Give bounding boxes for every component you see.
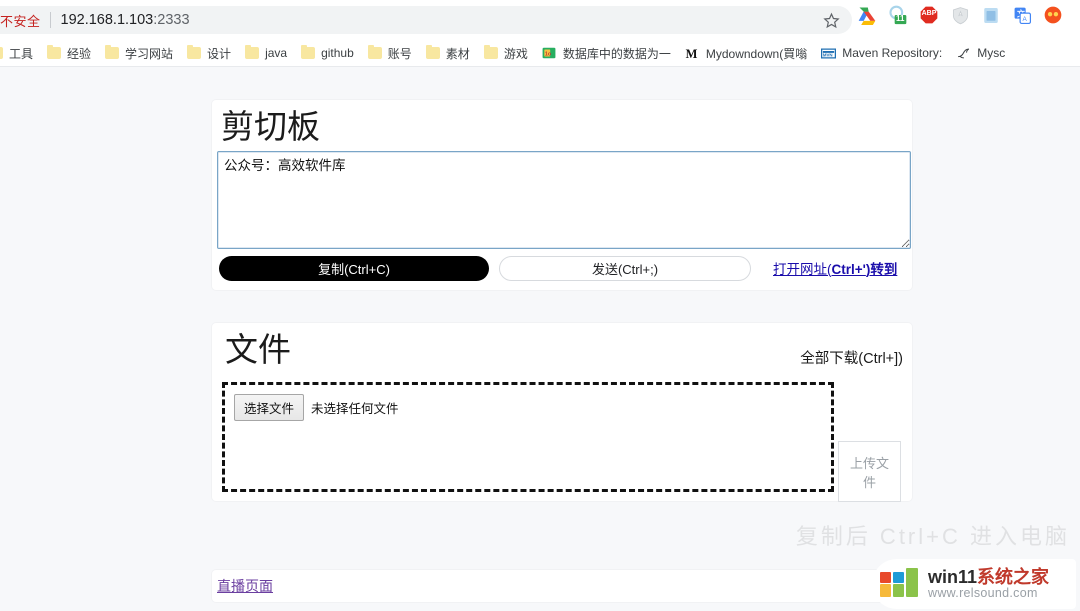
open-url-link[interactable]: 打开网址(Ctrl+')转到 [773, 258, 897, 278]
bookmark-label: 数据库中的数据为一 [562, 46, 671, 61]
clipboard-card: 剪切板 复制(Ctrl+C) 发送(Ctrl+;) 打开网址(Ctrl+')转到 [212, 100, 912, 290]
calendar-extension-icon[interactable]: 11 [887, 4, 909, 26]
folder-icon [301, 45, 316, 59]
bookmark-label: 学习网站 [125, 46, 174, 61]
bookmark-item[interactable]: M Mydowndown(買嗡 [678, 42, 814, 65]
no-file-selected-text: 未选择任何文件 [311, 401, 399, 416]
bookmark-item[interactable]: 账号 [361, 42, 419, 65]
url-text: 192.168.1.103:2333 [61, 12, 190, 28]
orange-extension-icon[interactable] [1042, 4, 1064, 26]
bookmark-star-icon[interactable] [820, 9, 842, 31]
send-button[interactable]: 发送(Ctrl+;) [499, 255, 751, 281]
omnibox-divider [49, 12, 51, 28]
page-viewport: 剪切板 复制(Ctrl+C) 发送(Ctrl+;) 打开网址(Ctrl+')转到… [0, 67, 1080, 611]
file-input-row: 选择文件 未选择任何文件 [234, 393, 822, 421]
url-port: :2333 [153, 12, 190, 28]
browser-chrome: 不安全 192.168.1.103:2333 11 ABP A 工具 经验 学习… [0, 0, 1080, 67]
bookmark-item[interactable]: 经验 [40, 42, 98, 65]
bookmark-label: 经验 [67, 46, 92, 61]
bookmark-label: 账号 [387, 46, 412, 61]
bookmark-item[interactable]: github [294, 43, 361, 63]
bookmark-label: github [321, 46, 354, 60]
folder-icon [367, 45, 382, 59]
bookmark-item[interactable]: 工具 [0, 42, 40, 65]
shield-extension-icon[interactable] [949, 4, 971, 26]
bookmark-label: 素材 [445, 46, 470, 61]
files-card: 文件 全部下载(Ctrl+]) 选择文件 未选择任何文件 [212, 323, 912, 501]
watermark-brand-suffix: 系统之家 [977, 566, 1050, 587]
open-url-suffix: )转到 [865, 262, 898, 278]
watermark-brand-prefix: win11 [928, 566, 978, 587]
mydowndown-favicon-icon: M [685, 46, 700, 61]
bookmark-label: Maven Repository: [842, 46, 943, 60]
svg-text:1o: 1o [545, 51, 551, 57]
folder-icon [425, 45, 440, 59]
files-header: 文件 全部下载(Ctrl+]) [217, 333, 907, 374]
download-all-button[interactable]: 全部下载(Ctrl+]) [800, 347, 903, 368]
notes-extension-icon[interactable] [980, 4, 1002, 26]
bookmark-item[interactable]: 学习网站 [98, 42, 180, 65]
bookmark-item[interactable]: 游戏 [477, 42, 535, 65]
mysql-dolphin-favicon-icon [956, 46, 971, 61]
copy-button[interactable]: 复制(Ctrl+C) [219, 255, 489, 281]
bookmark-item[interactable]: 设计 [180, 42, 238, 65]
files-title: 文件 [225, 333, 291, 369]
choose-file-button[interactable]: 选择文件 [234, 393, 305, 421]
clipboard-title: 剪切板 [221, 110, 320, 146]
database-favicon-icon: 1o [542, 46, 557, 61]
folder-icon [47, 45, 62, 59]
folder-icon [187, 45, 202, 59]
extension-toolbar: 11 ABP A [856, 4, 1064, 26]
address-bar[interactable]: 不安全 192.168.1.103:2333 [0, 6, 852, 34]
bookmark-label: java [265, 46, 288, 60]
folder-icon [245, 45, 260, 59]
omnibox-row: 不安全 192.168.1.103:2333 11 ABP A [0, 0, 1080, 39]
watermark-url: www.relsound.com [928, 585, 1038, 600]
svg-text:M: M [685, 46, 697, 60]
folder-icon [0, 47, 3, 59]
bookmark-label: 设计 [207, 46, 232, 61]
bookmark-label: Mydowndown(買嗡 [705, 46, 808, 61]
live-card: 直播页面 [212, 570, 912, 602]
watermark-ghost-text: 复制后 Ctrl+C 进入电脑 [795, 524, 1070, 549]
bookmark-item[interactable]: MVN Maven Repository: [814, 43, 949, 64]
bookmark-item[interactable]: 1o 数据库中的数据为一 [535, 42, 678, 65]
bookmark-item[interactable]: java [238, 43, 294, 63]
watermark: win11系统之家 www.relsound.com [872, 559, 1076, 609]
win11-logo-icon [880, 568, 920, 600]
svg-text:MVN: MVN [823, 52, 833, 57]
bookmarks-bar: 工具 经验 学习网站 设计 java github 账号 素材 游戏 1o 数据… [0, 39, 1080, 67]
security-status-chip[interactable]: 不安全 [0, 11, 41, 30]
bookmark-item[interactable]: Mysc [949, 43, 1012, 64]
folder-icon [105, 45, 120, 59]
maven-favicon-icon: MVN [821, 46, 837, 61]
google-translate-icon[interactable]: 文 A [1011, 4, 1033, 26]
adblock-plus-icon[interactable]: ABP [918, 4, 940, 26]
watermark-brand: win11系统之家 [928, 568, 1049, 587]
live-page-link[interactable]: 直播页面 [217, 576, 273, 596]
clipboard-actions: 复制(Ctrl+C) 发送(Ctrl+;) 打开网址(Ctrl+')转到 [217, 255, 907, 281]
folder-icon [483, 45, 498, 59]
bookmark-item[interactable]: 素材 [419, 42, 477, 65]
bookmark-label: 游戏 [503, 46, 528, 61]
upload-file-button[interactable]: 上传文件 [838, 441, 901, 502]
file-dropzone[interactable]: 选择文件 未选择任何文件 [222, 381, 834, 492]
clipboard-textarea[interactable] [217, 150, 911, 249]
bookmark-label: Mysc [977, 46, 1006, 60]
google-drive-icon[interactable] [856, 4, 878, 26]
watermark-text: win11系统之家 www.relsound.com [928, 568, 1049, 600]
url-host: 192.168.1.103 [60, 12, 154, 28]
open-url-prefix: 打开网址( [773, 262, 832, 278]
open-url-shortcut: Ctrl+' [831, 262, 866, 278]
bookmark-label: 工具 [9, 46, 34, 61]
